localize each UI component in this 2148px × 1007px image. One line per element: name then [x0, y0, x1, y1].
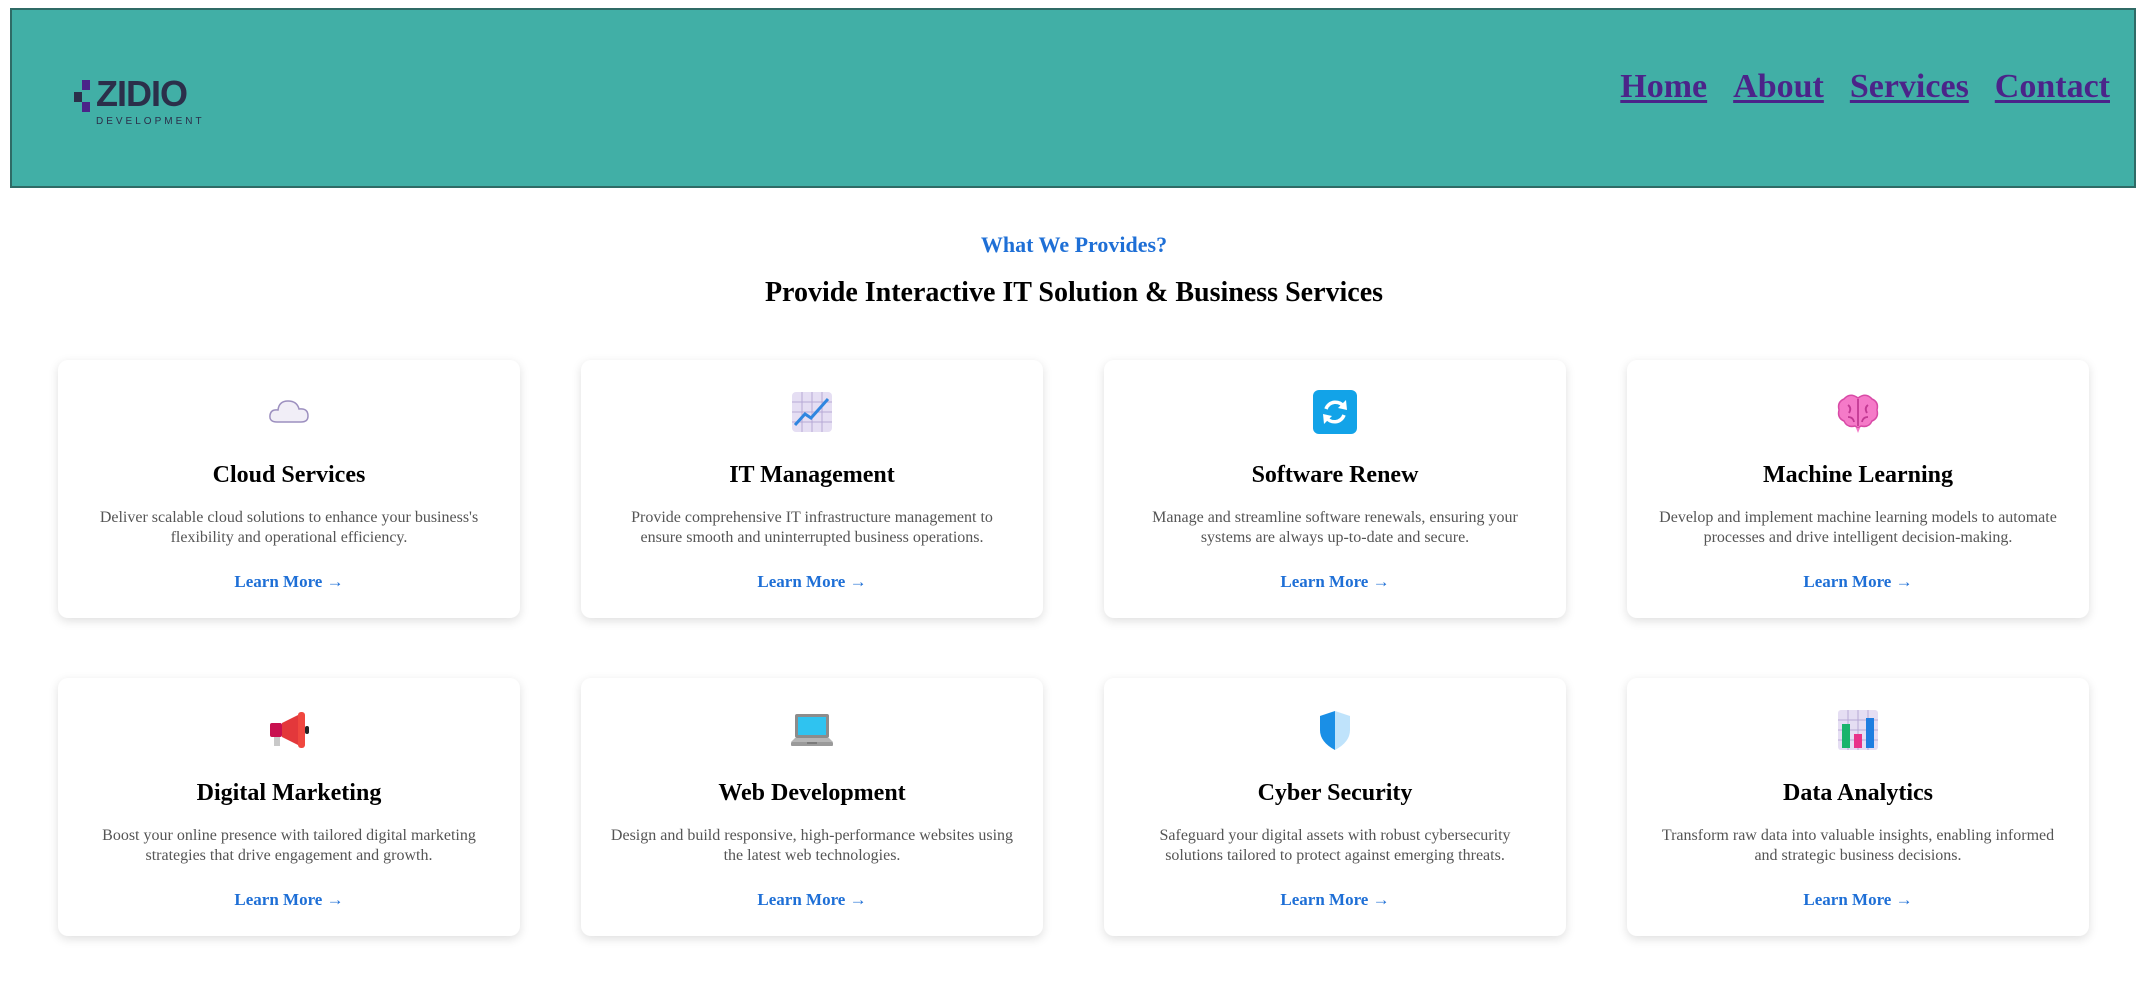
card-description: Design and build responsive, high-perfor… — [610, 827, 1014, 864]
learn-more-link[interactable]: Learn More → — [1627, 572, 2089, 592]
card-title: Data Analytics — [1783, 780, 1933, 806]
service-card-machine-learning: Machine Learning Develop and implement m… — [1627, 360, 2089, 618]
nav-home-link[interactable]: Home — [1620, 68, 1707, 106]
service-card-cyber-security: Cyber Security Safeguard your digital as… — [1104, 678, 1566, 936]
brain-icon — [1837, 394, 1879, 433]
learn-more-link[interactable]: Learn More → — [1627, 890, 2089, 910]
nav-about-link[interactable]: About — [1733, 68, 1824, 106]
nav-services-link[interactable]: Services — [1850, 68, 1969, 106]
card-title: Web Development — [718, 780, 906, 806]
card-description: Safeguard your digital assets with robus… — [1159, 827, 1511, 864]
laptop-icon — [791, 714, 833, 746]
cloud-icon — [269, 400, 309, 423]
refresh-icon — [1313, 390, 1357, 434]
shield-icon — [1320, 711, 1350, 750]
learn-more-link[interactable]: Learn More → — [581, 572, 1043, 592]
logo-wordmark: ZIDIO — [96, 73, 188, 114]
card-description: Develop and implement machine learning m… — [1659, 509, 2057, 546]
service-card-software-renew: Software Renew Manage and streamline sof… — [1104, 360, 1566, 618]
card-title: Cyber Security — [1257, 780, 1413, 806]
card-title: IT Management — [729, 462, 895, 488]
logo-mark-icon — [74, 80, 90, 112]
card-title: Software Renew — [1251, 462, 1419, 488]
bar-chart-icon — [1838, 710, 1878, 750]
card-description: Manage and streamline software renewals,… — [1152, 509, 1518, 546]
service-card-cloud: Cloud Services Deliver scalable cloud so… — [58, 360, 520, 618]
learn-more-link[interactable]: Learn More → — [1104, 572, 1566, 592]
site-header: ZIDIO DEVELOPMENT Home About Services Co… — [10, 8, 2136, 188]
card-description: Deliver scalable cloud solutions to enha… — [99, 509, 479, 546]
card-title: Digital Marketing — [196, 780, 382, 806]
chart-increasing-icon — [792, 392, 832, 432]
service-card-data-analytics: Data Analytics Transform raw data into v… — [1627, 678, 2089, 936]
nav-contact-link[interactable]: Contact — [1995, 68, 2110, 106]
learn-more-link[interactable]: Learn More → — [58, 890, 520, 910]
card-description: Provide comprehensive IT infrastructure … — [631, 509, 993, 546]
learn-more-link[interactable]: Learn More → — [58, 572, 520, 592]
zidio-logo[interactable]: ZIDIO DEVELOPMENT — [72, 74, 204, 132]
service-card-it-management: IT Management Provide comprehensive IT i… — [581, 360, 1043, 618]
service-card-digital-marketing: Digital Marketing Boost your online pres… — [58, 678, 520, 936]
learn-more-link[interactable]: Learn More → — [1104, 890, 1566, 910]
main-nav: Home About Services Contact — [1620, 68, 2110, 106]
card-description: Boost your online presence with tailored… — [102, 827, 476, 864]
section-headline: Provide Interactive IT Solution & Busine… — [764, 277, 1384, 308]
learn-more-link[interactable]: Learn More → — [581, 890, 1043, 910]
megaphone-icon — [270, 712, 309, 748]
section-eyebrow: What We Provides? — [980, 232, 1168, 257]
card-title: Machine Learning — [1763, 462, 1953, 488]
logo-subtitle: DEVELOPMENT — [96, 116, 205, 127]
service-card-web-development: Web Development Design and build respons… — [581, 678, 1043, 936]
card-title: Cloud Services — [212, 462, 366, 488]
card-description: Transform raw data into valuable insight… — [1661, 827, 2055, 864]
